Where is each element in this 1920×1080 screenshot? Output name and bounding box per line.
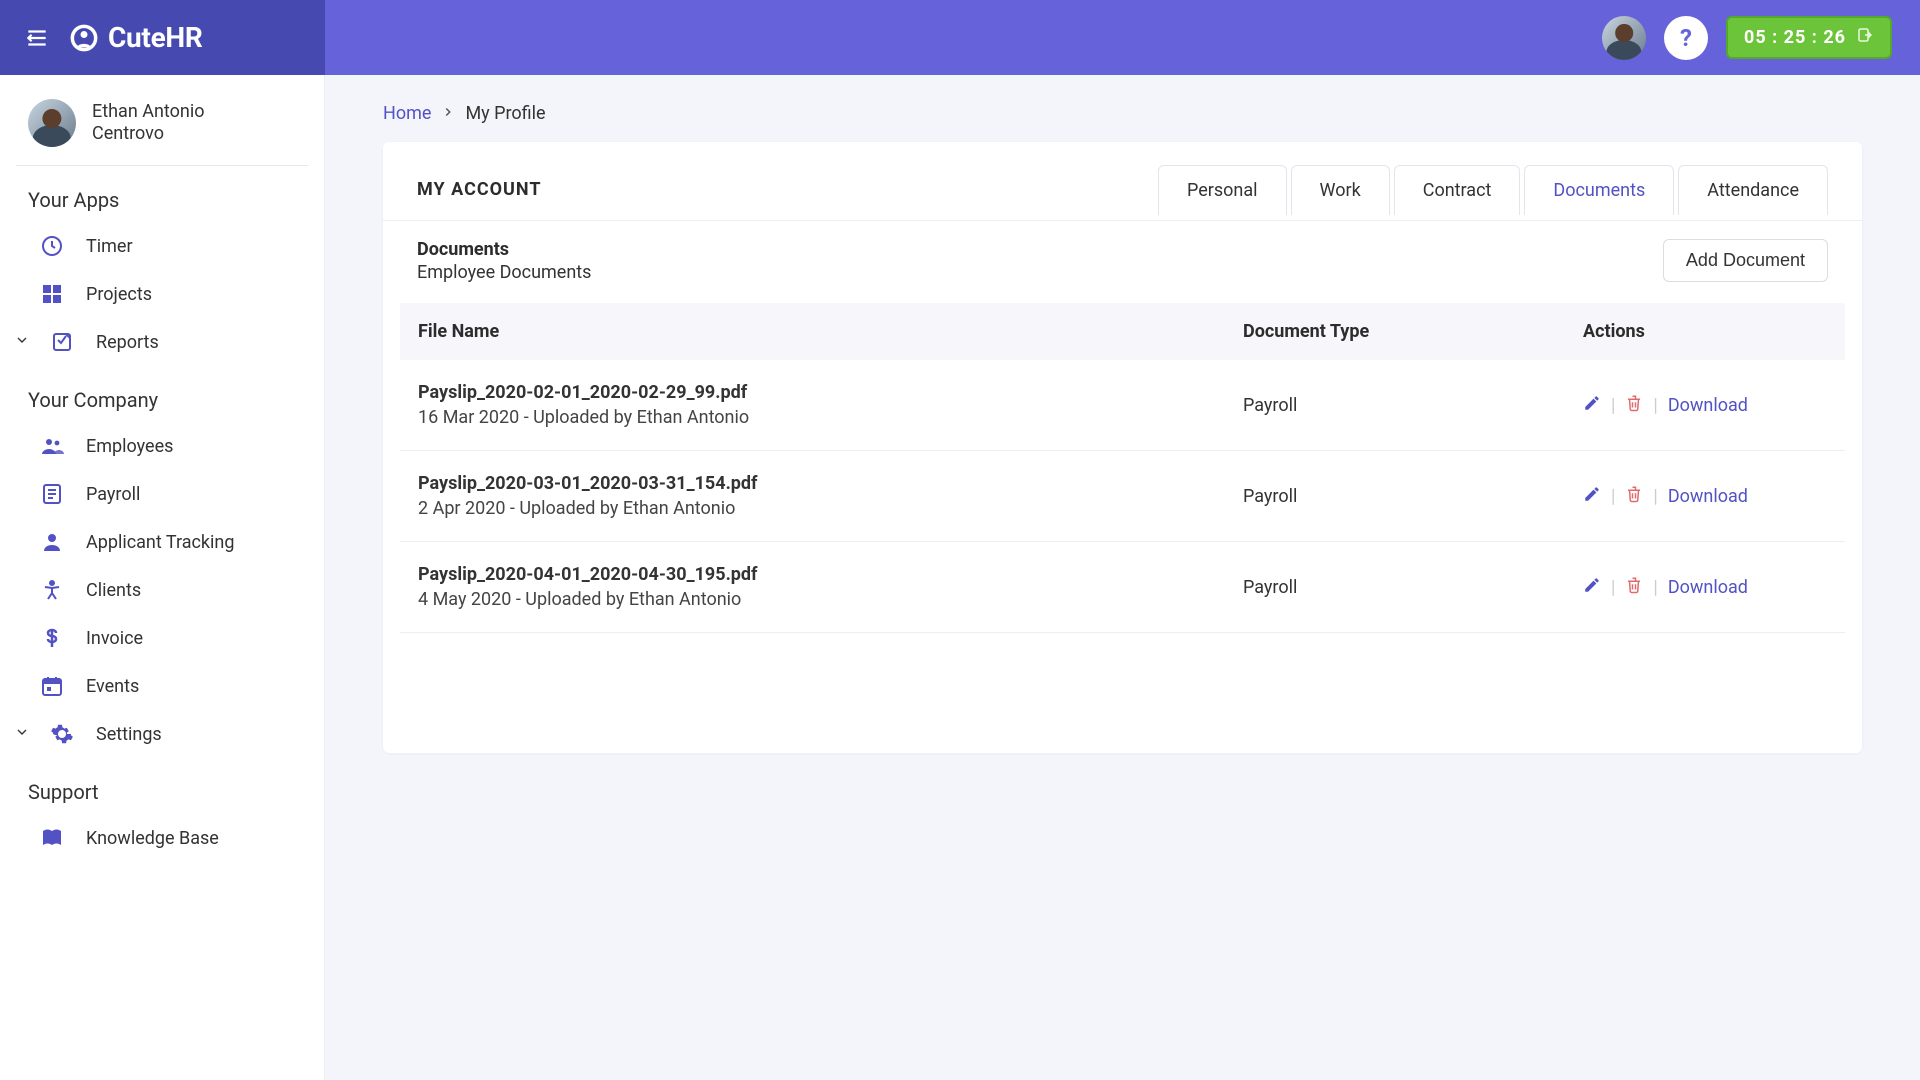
separator: | <box>1611 577 1615 598</box>
separator: | <box>1611 486 1615 507</box>
col-doc-type: Document Type <box>1225 303 1565 360</box>
header-avatar[interactable] <box>1602 16 1646 60</box>
section-title: Documents <box>417 239 591 260</box>
sidebar-item-projects[interactable]: Projects <box>6 270 318 318</box>
timer-value: 05 : 25 : 26 <box>1744 27 1846 48</box>
crumb-current: My Profile <box>465 103 545 124</box>
user-icon <box>40 530 64 554</box>
delete-icon[interactable] <box>1625 394 1643 417</box>
sidebar-item-timer[interactable]: Timer <box>6 222 318 270</box>
app-header: CuteHR ? 05 : 25 : 26 <box>0 0 1920 75</box>
brand-logo[interactable]: CuteHR <box>70 21 203 54</box>
sidebar-item-reports[interactable]: Reports <box>6 318 318 366</box>
file-type: Payroll <box>1225 451 1565 542</box>
tab-contract[interactable]: Contract <box>1394 165 1521 215</box>
section-apps-label: Your Apps <box>0 166 324 222</box>
dollar-icon <box>40 626 64 650</box>
brand-icon <box>70 24 98 52</box>
download-link[interactable]: Download <box>1668 395 1748 416</box>
edit-icon[interactable] <box>1583 485 1601 508</box>
sidebar-item-applicant-tracking[interactable]: Applicant Tracking <box>6 518 318 566</box>
download-link[interactable]: Download <box>1668 577 1748 598</box>
grid-icon <box>40 282 64 306</box>
header-right: ? 05 : 25 : 26 <box>325 16 1920 60</box>
section-subtitle: Employee Documents <box>417 262 591 283</box>
help-button[interactable]: ? <box>1664 16 1708 60</box>
file-name: Payslip_2020-04-01_2020-04-30_195.pdf <box>418 564 1207 585</box>
file-name: Payslip_2020-03-01_2020-03-31_154.pdf <box>418 473 1207 494</box>
separator: | <box>1653 577 1657 598</box>
file-name: Payslip_2020-02-01_2020-02-29_99.pdf <box>418 382 1207 403</box>
accessibility-icon <box>40 578 64 602</box>
brand-name: CuteHR <box>108 21 203 54</box>
separator: | <box>1653 395 1657 416</box>
sidebar-item-clients[interactable]: Clients <box>6 566 318 614</box>
sidebar-item-employees[interactable]: Employees <box>6 422 318 470</box>
documents-table: File Name Document Type Actions Payslip_… <box>400 303 1845 633</box>
tab-attendance[interactable]: Attendance <box>1678 165 1828 215</box>
edit-icon[interactable] <box>1583 394 1601 417</box>
chevron-down-icon <box>14 332 30 353</box>
download-link[interactable]: Download <box>1668 486 1748 507</box>
tab-documents[interactable]: Documents <box>1524 165 1674 215</box>
sidebar: Ethan Antonio Centrovo Your Apps Timer P… <box>0 0 325 1080</box>
col-actions: Actions <box>1565 303 1845 360</box>
profile-name-line2: Centrovo <box>92 123 204 146</box>
delete-icon[interactable] <box>1625 576 1643 599</box>
tabs: PersonalWorkContractDocumentsAttendance <box>1158 164 1828 214</box>
separator: | <box>1611 395 1615 416</box>
sidebar-avatar <box>28 99 76 147</box>
sidebar-item-events[interactable]: Events <box>6 662 318 710</box>
sidebar-item-settings[interactable]: Settings <box>6 710 318 758</box>
gear-icon <box>50 722 74 746</box>
crumb-home[interactable]: Home <box>383 103 431 124</box>
book-icon <box>40 826 64 850</box>
delete-icon[interactable] <box>1625 485 1643 508</box>
col-file-name: File Name <box>400 303 1225 360</box>
header-left: CuteHR <box>0 0 325 75</box>
sidebar-item-payroll[interactable]: Payroll <box>6 470 318 518</box>
people-icon <box>40 434 64 458</box>
profile-name-line1: Ethan Antonio <box>92 101 204 124</box>
menu-toggle-button[interactable] <box>24 25 50 51</box>
breadcrumb: Home My Profile <box>383 103 1862 124</box>
separator: | <box>1653 486 1657 507</box>
reports-icon <box>50 330 74 354</box>
sidebar-profile[interactable]: Ethan Antonio Centrovo <box>0 75 324 165</box>
clock-icon <box>40 234 64 258</box>
file-meta: 4 May 2020 - Uploaded by Ethan Antonio <box>418 589 1207 610</box>
table-row: Payslip_2020-04-01_2020-04-30_195.pdf 4 M… <box>400 542 1845 633</box>
chevron-down-icon <box>14 724 30 745</box>
edit-icon[interactable] <box>1583 576 1601 599</box>
card-title: MY ACCOUNT <box>417 179 542 200</box>
table-row: Payslip_2020-02-01_2020-02-29_99.pdf 16 M… <box>400 360 1845 451</box>
file-type: Payroll <box>1225 542 1565 633</box>
tab-personal[interactable]: Personal <box>1158 165 1287 215</box>
file-meta: 2 Apr 2020 - Uploaded by Ethan Antonio <box>418 498 1207 519</box>
sidebar-item-invoice[interactable]: Invoice <box>6 614 318 662</box>
section-company-label: Your Company <box>0 366 324 422</box>
timer-pill[interactable]: 05 : 25 : 26 <box>1726 16 1892 59</box>
file-type: Payroll <box>1225 360 1565 451</box>
add-document-button[interactable]: Add Document <box>1663 239 1828 282</box>
tab-work[interactable]: Work <box>1291 165 1390 215</box>
chevron-right-icon <box>441 103 455 124</box>
file-meta: 16 Mar 2020 - Uploaded by Ethan Antonio <box>418 407 1207 428</box>
sidebar-item-knowledge-base[interactable]: Knowledge Base <box>6 814 318 862</box>
calendar-icon <box>40 674 64 698</box>
main-content: Home My Profile MY ACCOUNT PersonalWorkC… <box>325 0 1920 1080</box>
account-card: MY ACCOUNT PersonalWorkContractDocuments… <box>383 142 1862 753</box>
section-support-label: Support <box>0 758 324 814</box>
timer-exit-icon <box>1856 26 1874 49</box>
table-row: Payslip_2020-03-01_2020-03-31_154.pdf 2 A… <box>400 451 1845 542</box>
payroll-icon <box>40 482 64 506</box>
